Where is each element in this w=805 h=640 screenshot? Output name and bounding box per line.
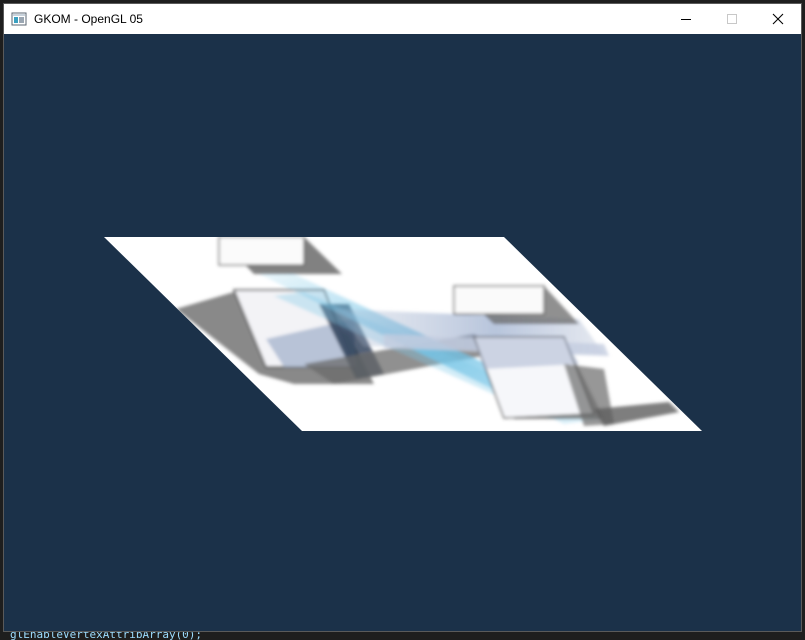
minimize-icon xyxy=(681,19,691,20)
title-bar[interactable]: GKOM - OpenGL 05 xyxy=(4,4,801,34)
window-title: GKOM - OpenGL 05 xyxy=(34,12,143,26)
close-icon xyxy=(772,13,784,25)
background-code-line: glEnableVertexAttribArray(0); xyxy=(10,632,203,640)
rendered-scene xyxy=(104,237,702,431)
maximize-icon xyxy=(727,14,737,24)
minimize-button[interactable] xyxy=(663,4,709,34)
close-button[interactable] xyxy=(755,4,801,34)
opengl-window: GKOM - OpenGL 05 xyxy=(3,3,802,632)
app-icon xyxy=(11,12,27,26)
window-controls xyxy=(663,4,801,34)
maximize-button[interactable] xyxy=(709,4,755,34)
render-viewport[interactable] xyxy=(4,34,801,631)
background-editor-strip: glEnableVertexAttribArray(0); xyxy=(0,632,805,640)
